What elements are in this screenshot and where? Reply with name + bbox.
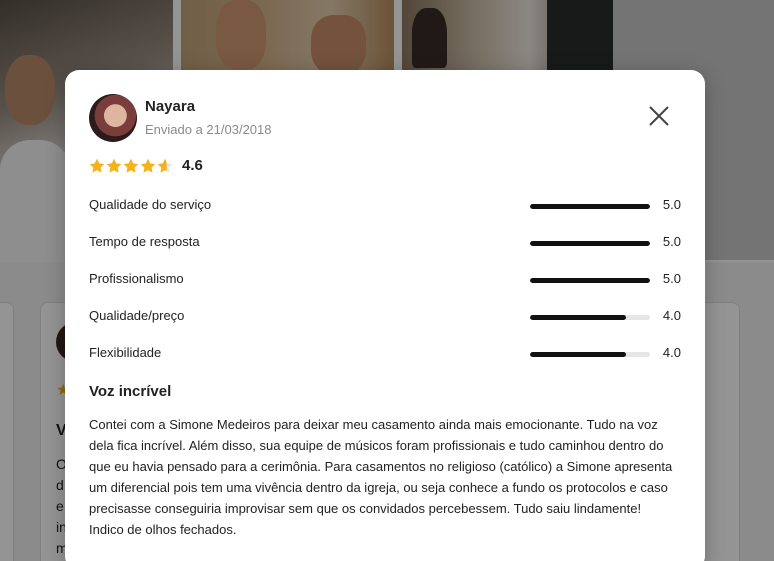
review-date: Enviado a 21/03/2018	[145, 122, 272, 137]
review-body: Contei com a Simone Medeiros para deixar…	[89, 417, 673, 537]
criteria-label: Profissionalismo	[89, 271, 184, 286]
rating-criteria: Qualidade do serviço 5.0 Tempo de resposta…	[89, 197, 681, 382]
criteria-value: 4.0	[662, 345, 681, 360]
criteria-bar	[530, 315, 650, 320]
author-avatar	[89, 94, 137, 142]
criteria-bar	[530, 204, 650, 209]
star-icon	[157, 158, 173, 174]
review-title: Voz incrível	[89, 383, 172, 400]
criteria-bar-fill	[530, 241, 650, 246]
criteria-bar-fill	[530, 352, 626, 357]
star-icon	[89, 158, 105, 174]
criteria-bar-fill	[530, 204, 650, 209]
star-icon	[106, 158, 122, 174]
criteria-bar-fill	[530, 278, 650, 283]
star-icon	[140, 158, 156, 174]
criteria-bar-fill	[530, 315, 626, 320]
criteria-label: Qualidade do serviço	[89, 197, 212, 212]
criteria-bar	[530, 241, 650, 246]
criteria-value: 5.0	[662, 271, 681, 286]
criteria-label: Flexibilidade	[89, 345, 162, 360]
criteria-label: Qualidade/preço	[89, 308, 185, 323]
author-name: Nayara	[145, 98, 196, 115]
criteria-row: Qualidade/preço 4.0	[89, 308, 681, 345]
criteria-value: 5.0	[662, 234, 681, 249]
criteria-row: Flexibilidade 4.0	[89, 345, 681, 382]
rating-value: 4.6	[182, 157, 203, 174]
overall-rating: 4.6	[89, 157, 203, 174]
star-rating	[89, 158, 173, 174]
criteria-value: 4.0	[662, 308, 681, 323]
criteria-row: Qualidade do serviço 5.0	[89, 197, 681, 234]
criteria-row: Profissionalismo 5.0	[89, 271, 681, 308]
close-icon[interactable]	[647, 104, 671, 128]
criteria-bar	[530, 278, 650, 283]
criteria-label: Tempo de resposta	[89, 234, 200, 249]
criteria-value: 5.0	[662, 197, 681, 212]
criteria-bar	[530, 352, 650, 357]
star-icon	[123, 158, 139, 174]
criteria-row: Tempo de resposta 5.0	[89, 234, 681, 271]
review-modal: Nayara Enviado a 21/03/2018 4.6 Qualidad…	[65, 70, 705, 561]
